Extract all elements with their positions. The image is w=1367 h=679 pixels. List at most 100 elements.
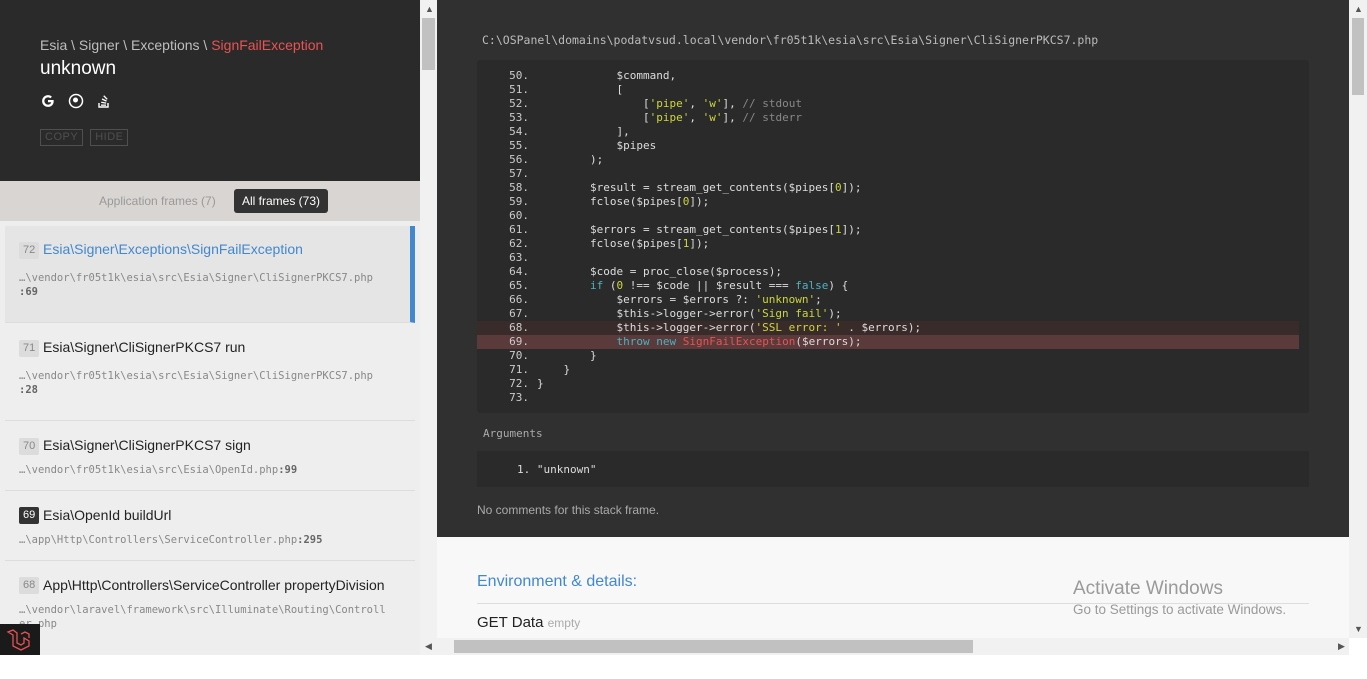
frame-line: :69 (19, 286, 38, 298)
bottom-strip (0, 655, 1367, 679)
code-line: 73. (477, 391, 1299, 405)
line-number: 68. (509, 321, 529, 334)
exception-message: unknown (40, 58, 117, 79)
code-line: 57. (477, 167, 1299, 181)
frame-item[interactable]: 70 Esia\Signer\CliSignerPKCS7 sign …\ven… (5, 422, 415, 491)
line-number: 59. (509, 195, 529, 208)
line-number: 56. (509, 153, 529, 166)
line-code: } (537, 363, 571, 376)
page-vertical-scrollbar[interactable]: ▲ ▼ (1349, 0, 1367, 638)
line-number: 54. (509, 125, 529, 138)
namespace-part: Esia (40, 37, 68, 53)
line-code: } (537, 349, 597, 362)
line-number: 51. (509, 83, 529, 96)
line-code: $this->logger->error('SSL error: ' . $er… (537, 321, 922, 334)
all-frames-filter[interactable]: All frames (73) (234, 189, 329, 213)
exception-name: SignFailException (211, 37, 324, 53)
scroll-right-icon[interactable]: ▶ (1338, 641, 1345, 652)
line-code: if (0 !== $code || $result === false) { (589, 279, 849, 292)
exception-class: Esia \ Signer \ Exceptions \ SignFailExc… (40, 37, 324, 53)
frame-path-text: …\vendor\laravel\framework\src\Illuminat… (19, 604, 386, 630)
line-code: throw new SignFailException($errors); (616, 335, 862, 348)
duckduckgo-icon[interactable] (68, 93, 84, 109)
activate-windows-watermark: Activate Windows Go to Settings to activ… (1073, 578, 1286, 617)
frame-number: 72 (19, 242, 40, 259)
scroll-down-icon[interactable]: ▼ (1354, 624, 1363, 634)
line-number: 63. (509, 251, 529, 264)
search-links (40, 93, 112, 109)
frame-item[interactable]: 69 Esia\OpenId buildUrl …\app\Http\Contr… (5, 492, 415, 561)
frame-title: Esia\Signer\CliSignerPKCS7 sign (43, 437, 251, 453)
scrollbar-thumb[interactable] (422, 18, 435, 70)
line-code: ); (537, 153, 604, 166)
namespace-part: Signer (78, 37, 120, 53)
line-number: 67. (509, 307, 529, 320)
line-number: 71. (509, 363, 529, 376)
frame-title: Esia\Signer\CliSignerPKCS7 run (43, 339, 246, 355)
frame-file: …\vendor\fr05t1k\esia\src\Esia\OpenId.ph… (19, 463, 389, 477)
hide-button[interactable]: HIDE (90, 129, 129, 146)
frame-title: App\Http\Controllers\ServiceController p… (43, 577, 385, 593)
scrollbar-thumb[interactable] (1352, 18, 1364, 95)
frame-line: :99 (278, 464, 298, 476)
line-code: $this->logger->error('Sign fail'); (537, 307, 842, 320)
frames-sidebar: Esia \ Signer \ Exceptions \ SignFailExc… (0, 0, 420, 655)
line-code: ['pipe', 'w'], // stderr (537, 111, 802, 124)
frame-path-text: …\app\Http\Controllers\ServiceController… (19, 534, 298, 546)
line-number: 70. (509, 349, 529, 362)
code-panel: C:\OSPanel\domains\podatvsud.local\vendo… (437, 0, 1349, 537)
get-data-heading: GET Data empty (477, 614, 580, 631)
line-number: 64. (509, 265, 529, 278)
frame-number: 70 (19, 438, 40, 455)
code-block: 50. $command, 51. [52. ['pipe', 'w'], // … (477, 60, 1309, 413)
line-number: 50. (509, 69, 529, 82)
frame-file: …\vendor\laravel\framework\src\Illuminat… (19, 603, 389, 631)
code-line: 60. (477, 209, 1299, 223)
line-code: $code = proc_close($process); (537, 265, 783, 278)
get-data-label: GET Data (477, 614, 544, 631)
frame-item[interactable]: 68 App\Http\Controllers\ServiceControlle… (5, 562, 415, 655)
line-code: $errors = stream_get_contents($pipes[1])… (537, 223, 862, 236)
scroll-up-icon[interactable]: ▲ (1354, 4, 1363, 14)
laravel-logo[interactable] (0, 624, 40, 655)
argument-value: 1. "unknown" (517, 463, 597, 476)
code-line: 67. $this->logger->error('Sign fail'); (477, 307, 1299, 321)
code-line: 56. ); (477, 153, 1299, 167)
application-frames-filter[interactable]: Application frames (7) (99, 194, 216, 208)
frame-title: Esia\OpenId buildUrl (43, 507, 172, 523)
namespace-part: Exceptions (131, 37, 200, 53)
line-number: 52. (509, 97, 529, 110)
arguments-box: 1. "unknown" (477, 451, 1309, 487)
copy-button[interactable]: COPY (40, 129, 84, 146)
no-comments-text: No comments for this stack frame. (477, 503, 660, 517)
code-line: 58. $result = stream_get_contents($pipes… (477, 181, 1299, 195)
code-line: 59. fclose($pipes[0]); (477, 195, 1299, 209)
frame-file: …\app\Http\Controllers\ServiceController… (19, 533, 389, 547)
line-code: ['pipe', 'w'], // stdout (537, 97, 802, 110)
line-code: ], (537, 125, 630, 138)
line-number: 55. (509, 139, 529, 152)
exception-header: Esia \ Signer \ Exceptions \ SignFailExc… (0, 0, 420, 181)
frame-item[interactable]: 71 Esia\Signer\CliSignerPKCS7 run …\vend… (5, 324, 415, 421)
scroll-left-icon[interactable]: ◀ (425, 641, 432, 652)
stackoverflow-icon[interactable] (96, 93, 112, 109)
scroll-up-icon[interactable]: ▲ (425, 4, 434, 14)
horizontal-scrollbar[interactable]: ◀ ▶ (420, 638, 1349, 655)
line-code: $pipes (537, 139, 657, 152)
frame-path-text: …\vendor\fr05t1k\esia\src\Esia\Signer\Cl… (19, 370, 374, 382)
code-line: 51. [ (477, 83, 1299, 97)
code-line: 63. (477, 251, 1299, 265)
frame-number: 69 (19, 507, 40, 524)
code-line: 68. $this->logger->error('SSL error: ' .… (477, 321, 1299, 335)
scrollbar-thumb[interactable] (454, 640, 973, 653)
frame-item[interactable]: 72 Esia\Signer\Exceptions\SignFailExcept… (5, 226, 415, 323)
frame-line: :28 (19, 384, 38, 396)
line-number: 58. (509, 181, 529, 194)
code-vertical-scrollbar[interactable]: ▲ (420, 0, 437, 655)
code-line: 53. ['pipe', 'w'], // stderr (477, 111, 1299, 125)
arguments-label: Arguments (483, 427, 543, 440)
google-icon[interactable] (40, 93, 56, 109)
line-number: 69. (509, 335, 529, 348)
line-number: 72. (509, 377, 529, 390)
line-code: $result = stream_get_contents($pipes[0])… (537, 181, 862, 194)
